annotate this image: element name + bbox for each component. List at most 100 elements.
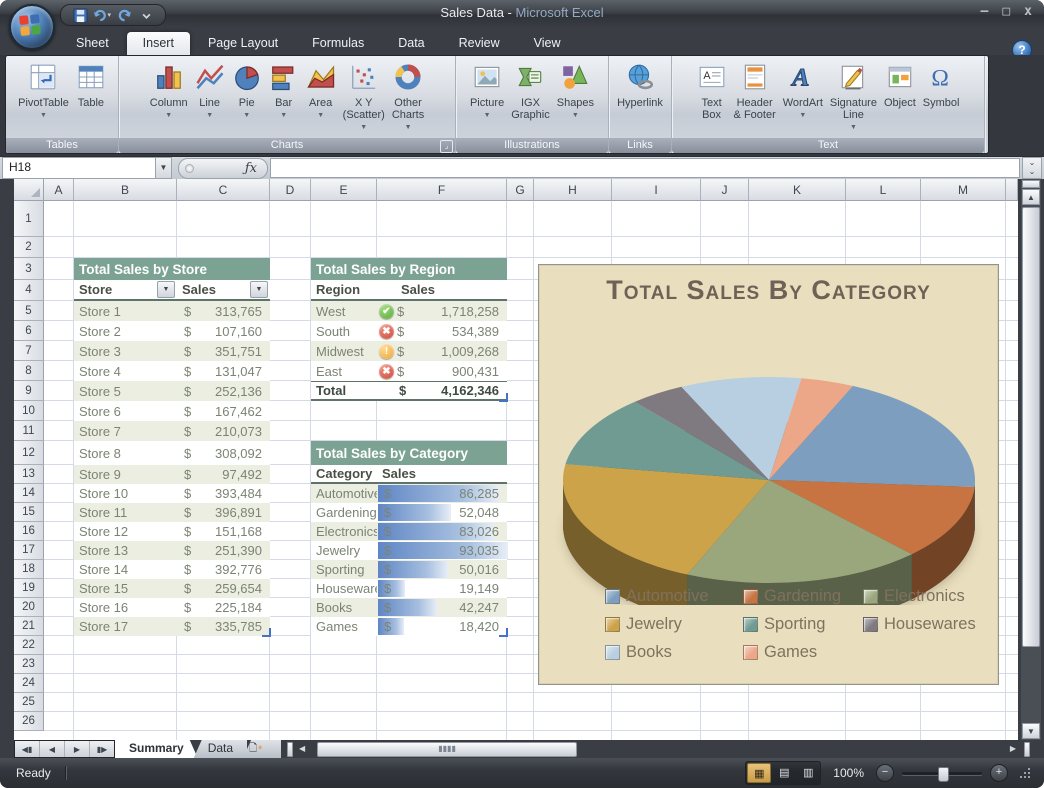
customize-qat-button[interactable] (137, 7, 155, 23)
column-header-B[interactable]: B (74, 179, 177, 201)
row-header-17[interactable]: 17 (14, 541, 44, 560)
legend-item-sporting[interactable]: Sporting (743, 615, 863, 634)
page-layout-view-button[interactable]: ▤ (773, 763, 795, 781)
tab-insert[interactable]: Insert (127, 32, 190, 55)
legend-item-electronics[interactable]: Electronics (863, 587, 1018, 606)
vertical-split-handle[interactable] (1022, 180, 1040, 188)
bar-button[interactable]: Bar▼ (266, 60, 302, 124)
redo-button[interactable] (115, 7, 133, 23)
prev-sheet-button[interactable]: ◀ (40, 741, 65, 757)
signature-line-button[interactable]: SignatureLine▼ (827, 60, 880, 136)
column-header-M[interactable]: M (921, 179, 1006, 201)
sheet-nav-buttons[interactable]: ◀▮ ◀ ▶ ▮▶ (14, 740, 115, 758)
wordart-button[interactable]: AWordArt▼ (780, 60, 826, 124)
table-resize-corner[interactable] (262, 628, 271, 637)
table-button[interactable]: Table (73, 60, 109, 111)
table-resize-corner[interactable] (499, 393, 508, 402)
name-box-dropdown[interactable]: ▼ (156, 157, 172, 179)
legend-item-housewares[interactable]: Housewares (863, 615, 1018, 634)
row-header-21[interactable]: 21 (14, 617, 44, 636)
hyperlink-button[interactable]: Hyperlink (614, 60, 666, 111)
picture-button[interactable]: Picture▼ (467, 60, 507, 124)
row-header-12[interactable]: 12 (14, 441, 44, 465)
row-header-6[interactable]: 6 (14, 321, 44, 341)
scroll-right-button[interactable]: ▶ (1006, 742, 1020, 755)
horizontal-scroll-thumb[interactable]: ▮▮▮▮ (317, 742, 577, 757)
row-header-25[interactable]: 25 (14, 693, 44, 712)
row-header-22[interactable]: 22 (14, 636, 44, 655)
insert-function-button[interactable]: ƒx (178, 158, 268, 179)
save-button[interactable] (71, 7, 89, 23)
row-header-26[interactable]: 26 (14, 712, 44, 731)
column-header-H[interactable]: H (534, 179, 612, 201)
tab-review[interactable]: Review (443, 32, 516, 55)
column-button[interactable]: Column▼ (147, 60, 191, 124)
row-header-13[interactable]: 13 (14, 465, 44, 484)
row-header-5[interactable]: 5 (14, 301, 44, 321)
igx-graphic-button[interactable]: IGXGraphic (508, 60, 553, 123)
zoom-out-button[interactable]: − (876, 764, 894, 782)
select-all-button[interactable] (14, 179, 44, 201)
office-button[interactable] (9, 4, 55, 50)
x-y-scatter-button[interactable]: X Y(Scatter)▼ (340, 60, 388, 136)
row-header-2[interactable]: 2 (14, 237, 44, 258)
scroll-left-button[interactable]: ◀ (295, 742, 309, 755)
shapes-button[interactable]: Shapes▼ (554, 60, 597, 124)
column-header-A[interactable]: A (44, 179, 74, 201)
zoom-slider-thumb[interactable] (938, 767, 949, 782)
chart-object[interactable]: Total Sales By CategoryAutomotiveGardeni… (538, 264, 999, 685)
legend-item-books[interactable]: Books (605, 643, 743, 662)
line-button[interactable]: Line▼ (192, 60, 228, 124)
row-header-14[interactable]: 14 (14, 484, 44, 503)
legend-item-automotive[interactable]: Automotive (605, 587, 743, 606)
formula-bar-expand-button[interactable]: ⌄⌄ (1022, 157, 1042, 179)
tab-page-layout[interactable]: Page Layout (192, 32, 294, 55)
column-header-K[interactable]: K (749, 179, 846, 201)
maximize-button[interactable]: □ (1002, 4, 1010, 19)
row-header-24[interactable]: 24 (14, 674, 44, 693)
first-sheet-button[interactable]: ◀▮ (15, 741, 40, 757)
column-header-E[interactable]: E (311, 179, 377, 201)
object-button[interactable]: Object (881, 60, 919, 111)
tab-formulas[interactable]: Formulas (296, 32, 380, 55)
zoom-slider[interactable] (902, 772, 982, 775)
tab-view[interactable]: View (518, 32, 577, 55)
column-header-F[interactable]: F (377, 179, 507, 201)
resize-grip[interactable] (1020, 768, 1030, 778)
normal-view-button[interactable]: ▦ (747, 763, 771, 783)
horizontal-scrollbar[interactable]: ◀ ▮▮▮▮ ▶ (287, 740, 1044, 758)
last-sheet-button[interactable]: ▮▶ (90, 741, 114, 757)
row-header-11[interactable]: 11 (14, 421, 44, 441)
grid-canvas[interactable]: Total Sales by StoreStore▼Sales▼Store 1$… (44, 201, 1018, 740)
column-header-D[interactable]: D (270, 179, 311, 201)
row-header-16[interactable]: 16 (14, 522, 44, 541)
horizontal-split-handle[interactable] (1024, 742, 1030, 757)
vertical-scrollbar[interactable]: ▲ ▼ (1021, 179, 1041, 740)
row-header-15[interactable]: 15 (14, 503, 44, 522)
filter-dropdown-button[interactable]: ▼ (157, 281, 175, 298)
next-sheet-button[interactable]: ▶ (65, 741, 90, 757)
sheet-tab-data[interactable]: Data (194, 740, 247, 758)
area-button[interactable]: Area▼ (303, 60, 339, 124)
tab-split-handle[interactable] (287, 742, 293, 757)
column-header-L[interactable]: L (846, 179, 921, 201)
minimize-button[interactable]: – (981, 4, 989, 19)
legend-item-jewelry[interactable]: Jewelry (605, 615, 743, 634)
formula-input[interactable] (270, 158, 1020, 178)
row-header-3[interactable]: 3 (14, 258, 44, 280)
column-header-C[interactable]: C (177, 179, 270, 201)
tab-data[interactable]: Data (382, 32, 440, 55)
dialog-launcher-icon[interactable]: ⌟ (440, 140, 453, 153)
filter-dropdown-button[interactable]: ▼ (250, 281, 268, 298)
scroll-up-button[interactable]: ▲ (1022, 189, 1040, 205)
column-header-G[interactable]: G (507, 179, 534, 201)
legend-item-games[interactable]: Games (743, 643, 863, 662)
pie-button[interactable]: Pie▼ (229, 60, 265, 124)
name-box[interactable]: H18 (2, 157, 156, 179)
row-header-8[interactable]: 8 (14, 361, 44, 381)
text-box-button[interactable]: ATextBox (694, 60, 730, 123)
legend-item-gardening[interactable]: Gardening (743, 587, 863, 606)
column-header-J[interactable]: J (701, 179, 749, 201)
undo-button[interactable]: ▾ (93, 7, 111, 23)
table-resize-corner[interactable] (499, 628, 508, 637)
